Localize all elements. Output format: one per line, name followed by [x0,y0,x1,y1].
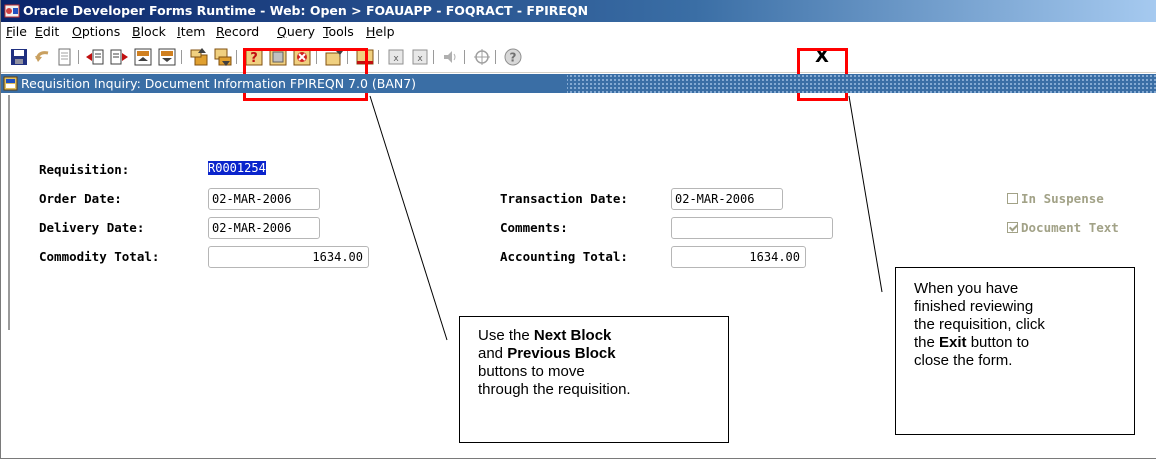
previous-block-icon[interactable] [189,47,209,67]
menu-edit[interactable]: Edit [35,22,59,41]
print-icon[interactable] [55,47,75,67]
commodity-total-label: Commodity Total: [39,249,160,264]
comments-label: Comments: [500,220,568,235]
document-text-checkbox[interactable]: Document Text [1007,220,1119,236]
requisition-field[interactable]: R0001254 [208,158,288,180]
menu-bar: File Edit Options Block Item Record Quer… [1,22,1156,41]
svg-text:x: x [417,54,423,64]
delivery-date-field[interactable]: 02-MAR-2006 [208,217,320,239]
unchecked-box-icon [1007,193,1018,204]
toolbar-separator [495,50,496,64]
checked-box-icon [1007,222,1018,233]
requisition-label: Requisition: [39,162,130,177]
block-buttons-callout: Use the Next Block and Previous Block bu… [459,316,729,443]
toolbar-separator [378,50,379,64]
help-icon[interactable]: ? [503,47,523,67]
svg-text:x: x [393,54,399,64]
menu-record[interactable]: Record [216,22,259,41]
document-text-label: Document Text [1021,220,1119,235]
next-field-icon[interactable] [109,47,129,67]
toolbar-separator [433,50,434,64]
form-icon [3,76,18,91]
window-title: Oracle Developer Forms Runtime - Web: Op… [23,3,589,18]
accounting-total-label: Accounting Total: [500,249,628,264]
menu-item[interactable]: Item [177,22,205,41]
toolbar-separator [464,50,465,64]
accounting-total-field[interactable]: 1634.00 [671,246,806,268]
clear-record-icon[interactable]: x [410,47,430,67]
transaction-date-label: Transaction Date: [500,191,628,206]
exit-button-callout: When you have finished reviewing the req… [895,267,1135,435]
toolbar-separator [236,50,237,64]
next-block-icon[interactable] [213,47,233,67]
menu-file[interactable]: File [6,22,27,41]
transaction-date-field[interactable]: 02-MAR-2006 [671,188,783,210]
delivery-date-label: Delivery Date: [39,220,145,235]
sound-icon[interactable] [441,47,461,67]
commodity-total-field[interactable]: 1634.00 [208,246,369,268]
menu-block[interactable]: Block [132,22,166,41]
in-suspense-label: In Suspense [1021,191,1104,206]
comments-field[interactable] [671,217,833,239]
svg-text:?: ? [510,51,517,65]
form-title: Requisition Inquiry: Document Informatio… [21,76,417,91]
save-icon[interactable] [9,47,29,67]
order-date-label: Order Date: [39,191,122,206]
next-record-icon[interactable] [157,47,177,67]
menu-query[interactable]: Query [277,22,315,41]
toolbar-separator [78,50,79,64]
zoom-icon[interactable] [472,47,492,67]
title-bar: Oracle Developer Forms Runtime - Web: Op… [1,0,1156,22]
clear-field-icon[interactable]: x [386,47,406,67]
forms-runtime-window: Oracle Developer Forms Runtime - Web: Op… [0,0,1156,459]
menu-tools[interactable]: Tools [323,22,354,41]
rollback-icon[interactable] [33,47,53,67]
toolbar: ? x x ? X [1,41,1156,73]
right-callout-pointer [848,95,883,293]
in-suspense-checkbox[interactable]: In Suspense [1007,191,1104,207]
form-canvas-edge [8,95,10,330]
left-callout-pointer [369,95,448,341]
previous-field-icon[interactable] [85,47,105,67]
previous-record-icon[interactable] [133,47,153,67]
menu-options[interactable]: Options [72,22,120,41]
requisition-value: R0001254 [208,161,266,175]
oracle-forms-app-icon [4,4,20,18]
form-title-bar: Requisition Inquiry: Document Informatio… [1,74,1156,93]
order-date-field[interactable]: 02-MAR-2006 [208,188,320,210]
toolbar-separator [181,50,182,64]
menu-help[interactable]: Help [366,22,395,41]
